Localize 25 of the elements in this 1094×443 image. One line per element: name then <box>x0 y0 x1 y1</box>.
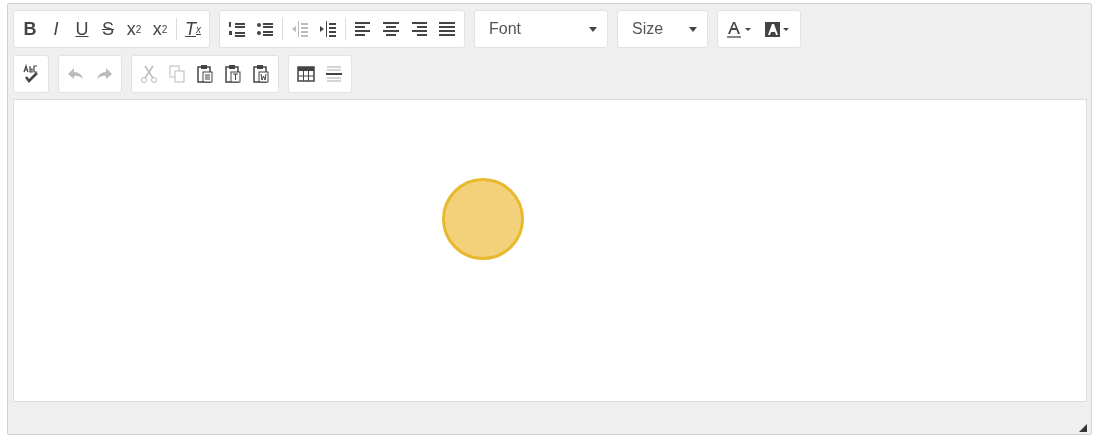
cut-icon <box>139 64 159 84</box>
align-center-icon <box>381 19 401 39</box>
format-button[interactable]: B <box>17 14 43 44</box>
format-button[interactable]: I <box>43 14 69 44</box>
spellcheck-icon <box>21 64 41 84</box>
paste-word-icon <box>251 64 271 84</box>
align-right-icon <box>409 19 429 39</box>
caret-icon <box>689 26 697 32</box>
horizontal-rule-icon <box>324 64 344 84</box>
format-button[interactable]: S <box>95 14 121 44</box>
align-justify-icon <box>437 19 457 39</box>
resize-grip-icon[interactable] <box>1079 424 1087 432</box>
dropdown[interactable]: Font <box>474 10 608 48</box>
dropdown[interactable]: Size <box>617 10 708 48</box>
table-icon <box>296 64 316 84</box>
numbered-list-icon <box>227 19 247 39</box>
paste-text-icon <box>223 64 243 84</box>
copy-icon <box>167 64 187 84</box>
align-left-icon <box>353 19 373 39</box>
caret-icon <box>589 26 597 32</box>
outdent-icon <box>290 19 310 39</box>
paste-icon <box>195 64 215 84</box>
indent-icon <box>318 19 338 39</box>
format-button[interactable]: U <box>69 14 95 44</box>
format-button[interactable]: x$^{2}$ <box>147 14 173 44</box>
